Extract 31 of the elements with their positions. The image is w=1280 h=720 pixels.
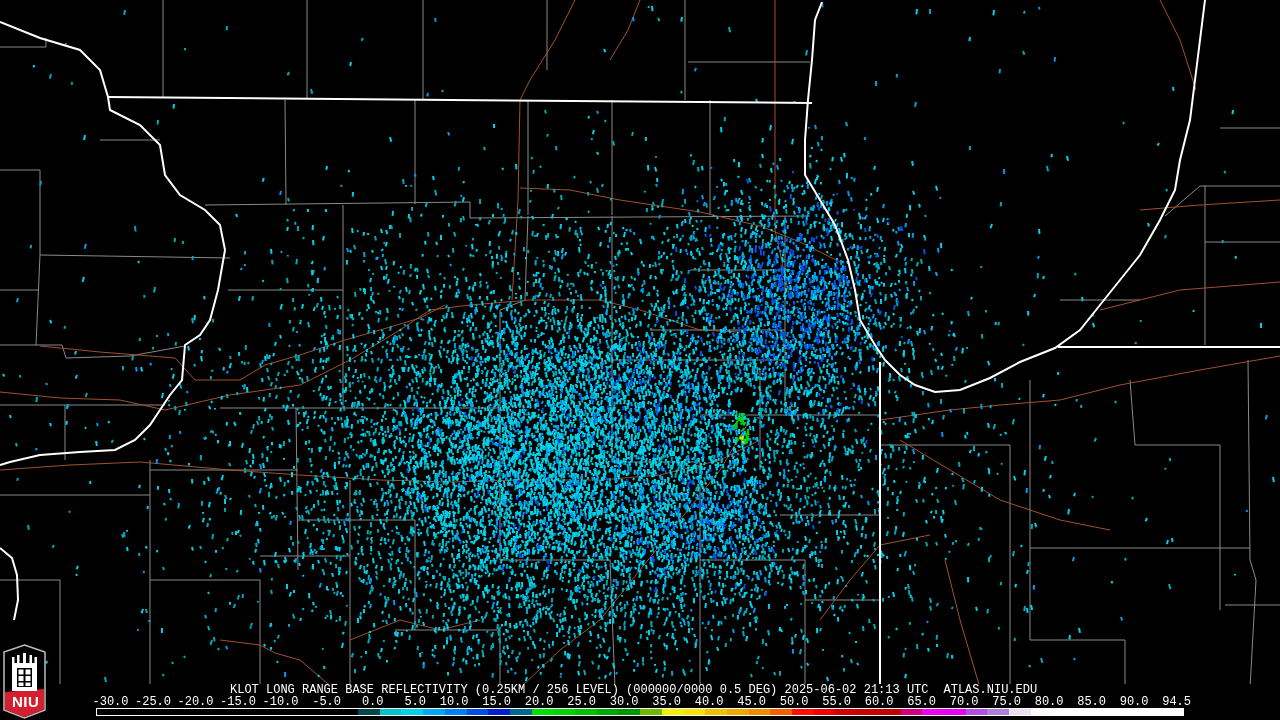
scale-label: -20.0 [177, 696, 214, 708]
scale-label: 60.0 [864, 696, 894, 708]
scale-label: 50.0 [779, 696, 809, 708]
scale-label: 0.0 [361, 696, 384, 708]
scale-label: 40.0 [694, 696, 724, 708]
scale-label: 65.0 [907, 696, 936, 708]
scale-label: 94.5 [1162, 696, 1191, 708]
highway-line [609, 0, 641, 61]
scale-label: 5.0 [404, 696, 426, 708]
product-title: KLOT LONG RANGE BASE REFLECTIVITY (0.25KM / 256 LEVEL) (000000/0000 0.5 DEG) 2025-06-02 21:13 UTC [230, 684, 929, 696]
source-text: ATLAS.NIU.EDU [943, 684, 1038, 696]
scale-label: 35.0 [652, 696, 681, 708]
scale-label: -10.0 [262, 696, 299, 708]
scale-label: -5.0 [312, 696, 341, 708]
scale-label: 20.0 [524, 696, 554, 708]
scale-label: 10.0 [439, 696, 469, 708]
scale-label: 15.0 [482, 696, 511, 708]
scale-label: -30.0 [92, 696, 129, 708]
scale-label: 25.0 [567, 696, 596, 708]
scale-label: -25.0 [135, 696, 171, 708]
scale-label: 85.0 [1077, 696, 1106, 708]
scale-label: 30.0 [609, 696, 639, 708]
scale-label: 55.0 [822, 696, 851, 708]
scale-label: 75.0 [992, 696, 1021, 708]
scale-label: 80.0 [1034, 696, 1064, 708]
scale-label: -15.0 [220, 696, 256, 708]
scale-label: 90.0 [1119, 696, 1149, 708]
scale-label: 45.0 [737, 696, 766, 708]
county-boundary [0, 37, 47, 48]
scale-label: 70.0 [949, 696, 979, 708]
logo-text: NIU [12, 694, 40, 710]
